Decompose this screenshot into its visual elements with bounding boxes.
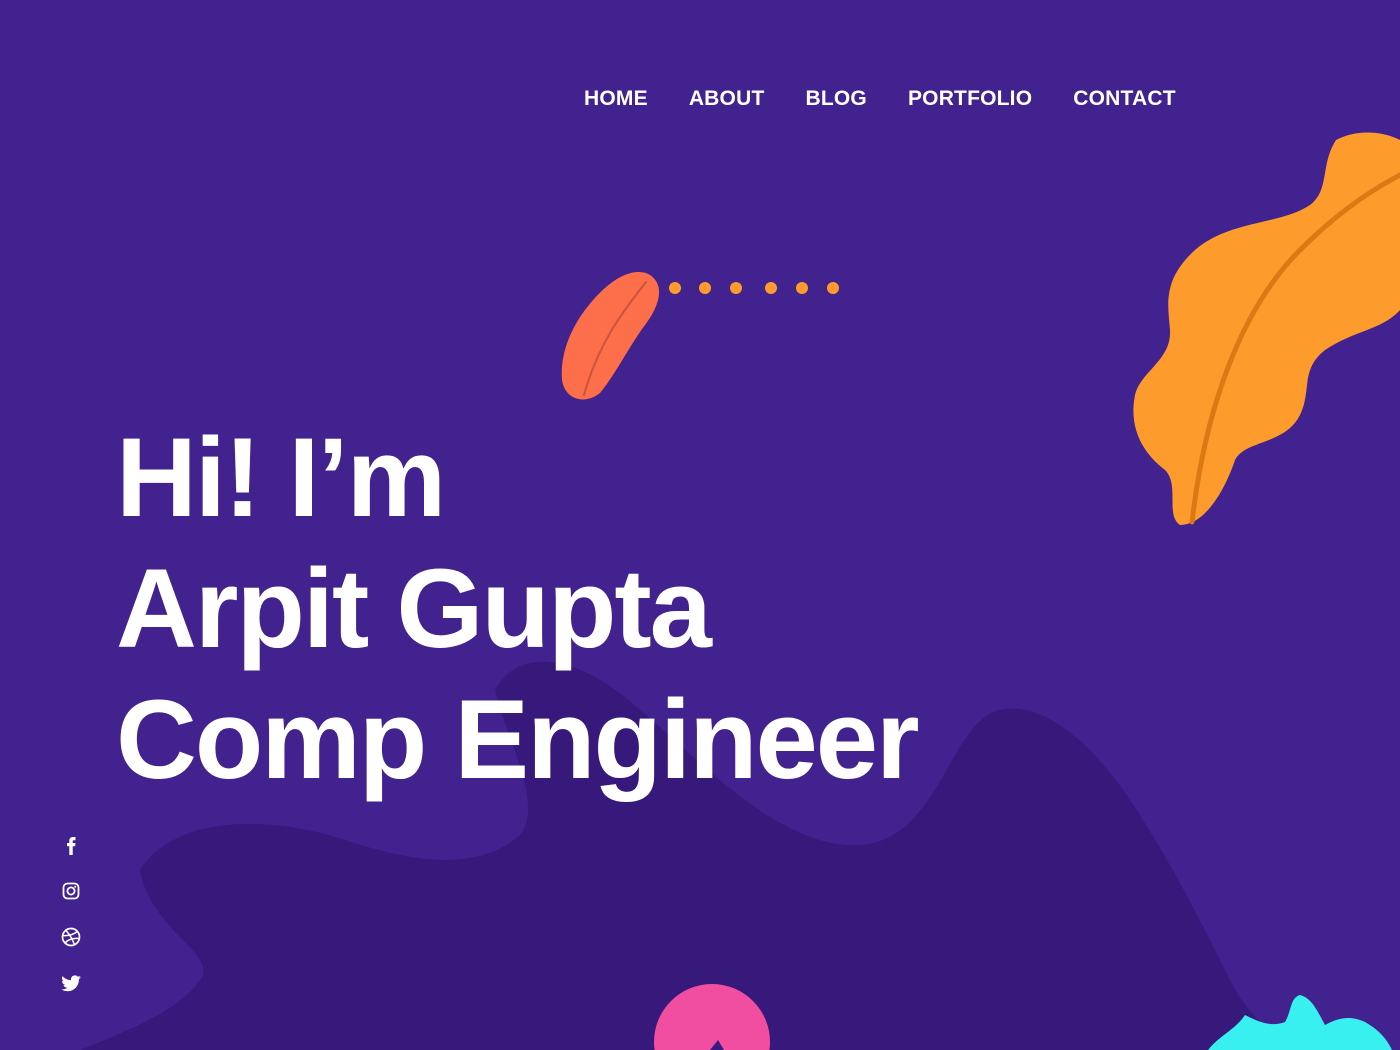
dot xyxy=(765,282,777,294)
nav-item-blog: BLOG xyxy=(805,84,866,114)
nav-item-portfolio: PORTFOLIO xyxy=(908,84,1032,114)
social-links xyxy=(60,834,90,994)
nav-link-about[interactable]: ABOUT xyxy=(689,84,765,114)
dot xyxy=(669,282,681,294)
nav-item-about: ABOUT xyxy=(689,84,765,114)
hero-line-greeting: Hi! I’m xyxy=(116,415,446,540)
dribbble-link[interactable] xyxy=(60,926,90,948)
dotted-line xyxy=(669,282,839,294)
nav-item-contact: CONTACT xyxy=(1073,84,1176,114)
hero-line-name: Arpit Gupta xyxy=(116,546,712,671)
nav-item-home: HOME xyxy=(584,84,648,114)
twitter-icon xyxy=(61,975,81,992)
hero-line-title: Comp Engineer xyxy=(116,677,920,802)
main-nav: HOME ABOUT BLOG PORTFOLIO CONTACT xyxy=(584,84,1176,114)
nav-link-blog[interactable]: BLOG xyxy=(805,84,866,114)
nav-link-portfolio[interactable]: PORTFOLIO xyxy=(908,84,1032,114)
dot xyxy=(699,282,711,294)
facebook-icon xyxy=(67,837,76,855)
instagram-link[interactable] xyxy=(60,880,90,902)
instagram-icon xyxy=(62,882,80,900)
nav-link-home[interactable]: HOME xyxy=(584,84,648,114)
twitter-link[interactable] xyxy=(60,972,90,994)
dot xyxy=(827,282,839,294)
dribbble-icon xyxy=(61,927,81,947)
orange-leaf xyxy=(1133,132,1400,525)
landing-page: HOME ABOUT BLOG PORTFOLIO CONTACT Hi! I’… xyxy=(0,0,1400,1050)
dot xyxy=(730,282,742,294)
hero-heading: Hi! I’m Arpit Gupta Comp Engineer xyxy=(116,412,920,805)
red-leaf xyxy=(561,272,660,400)
facebook-link[interactable] xyxy=(60,834,90,856)
nav-link-contact[interactable]: CONTACT xyxy=(1073,84,1176,114)
dot xyxy=(796,282,808,294)
